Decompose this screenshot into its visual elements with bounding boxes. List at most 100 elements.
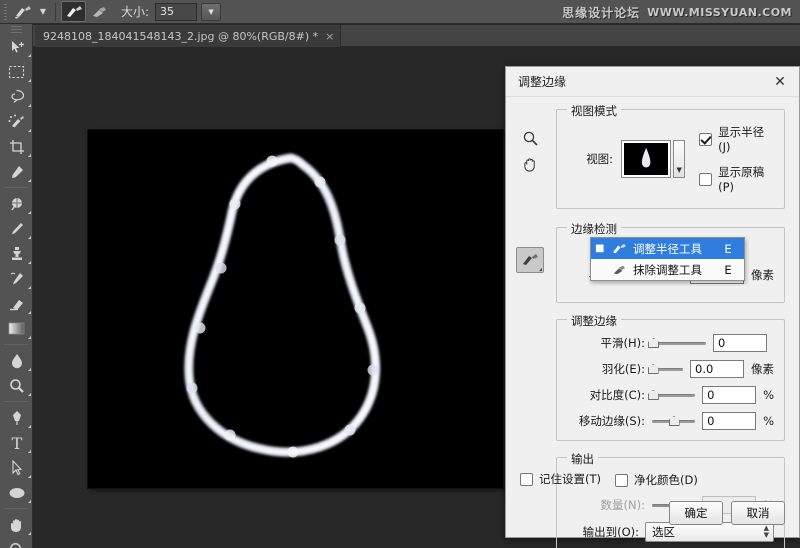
lasso-tool[interactable] xyxy=(0,84,33,109)
feather-slider[interactable] xyxy=(647,362,683,376)
mode-erase-refinements-button[interactable] xyxy=(86,1,111,22)
image-canvas[interactable] xyxy=(88,130,503,488)
view-mode-dropdown-caret-icon[interactable]: ▼ xyxy=(673,140,686,178)
flyout-item-refine-radius[interactable]: ■ 调整半径工具 E xyxy=(591,238,744,259)
contrast-slider[interactable] xyxy=(647,388,696,402)
cancel-button[interactable]: 取消 xyxy=(731,501,785,525)
tool-expand-icon xyxy=(28,54,31,57)
watermark-url: WWW.MISSYUAN.COM xyxy=(647,5,792,19)
flyout-label-refine-radius: 调整半径工具 xyxy=(633,241,702,256)
move-tool[interactable] xyxy=(0,34,33,59)
pen-tool[interactable] xyxy=(0,405,33,430)
hand-icon xyxy=(523,157,535,172)
tool-expand-icon xyxy=(28,79,31,82)
shift-edge-slider[interactable] xyxy=(652,414,696,428)
tool-expand-icon xyxy=(28,261,31,264)
photoshop-window: ▼ 大小: 35 ▼ 思缘设计论坛 WWW.MISSYUAN.COM 92481… xyxy=(0,0,800,548)
remember-settings-row[interactable]: 记住设置(T) xyxy=(520,471,785,487)
tool-expand-icon xyxy=(28,179,31,182)
shift-edge-input[interactable]: 0 xyxy=(702,412,757,430)
selected-bullet-icon: ■ xyxy=(595,243,605,254)
dialog-hand-tool[interactable] xyxy=(516,151,544,177)
marquee-tool[interactable] xyxy=(0,59,33,84)
smooth-row: 平滑(H): 0 xyxy=(567,334,774,352)
tool-expand-icon xyxy=(28,154,31,157)
zoom-tool[interactable] xyxy=(0,537,33,548)
document-tab[interactable]: 9248108_184041548143_2.jpg @ 80%(RGB/8#)… xyxy=(35,25,342,47)
path-selection-tool[interactable] xyxy=(0,455,33,480)
brush-tool[interactable] xyxy=(0,216,33,241)
flyout-label-erase-refinements: 抹除调整工具 xyxy=(633,262,702,277)
brush-preset-caret-icon[interactable]: ▼ xyxy=(36,1,50,23)
ok-button[interactable]: 确定 xyxy=(669,501,723,525)
feather-slider-knob[interactable] xyxy=(647,364,659,374)
shift-edge-slider-knob[interactable] xyxy=(668,416,680,426)
flyout-key-erase-refinements: E xyxy=(724,262,732,277)
shape-tool[interactable] xyxy=(0,480,33,505)
dialog-footer: 记住设置(T) 确定 取消 xyxy=(506,471,799,537)
spot-healing-brush-tool[interactable] xyxy=(0,191,33,216)
refine-radius-brush-icon[interactable] xyxy=(10,1,36,23)
output-legend: 输出 xyxy=(567,451,598,467)
smooth-input[interactable]: 0 xyxy=(713,334,767,352)
tool-expand-icon xyxy=(28,475,31,478)
show-original-checkbox[interactable] xyxy=(699,172,713,186)
size-dropdown-caret-icon[interactable]: ▼ xyxy=(201,2,222,21)
flyout-item-erase-refinements[interactable]: 抹除调整工具 E xyxy=(591,259,744,280)
smooth-slider-knob[interactable] xyxy=(648,338,660,348)
show-radius-checkbox[interactable] xyxy=(699,132,713,146)
contrast-input[interactable]: 0 xyxy=(702,386,757,404)
quick-selection-tool[interactable] xyxy=(0,109,33,134)
document-tab-title: 9248108_184041548143_2.jpg @ 80%(RGB/8#)… xyxy=(43,29,319,43)
close-icon[interactable]: × xyxy=(325,30,334,43)
smooth-slider[interactable] xyxy=(648,336,706,350)
dialog-refine-radius-tool[interactable] xyxy=(516,247,544,273)
contrast-slider-knob[interactable] xyxy=(647,390,659,400)
edge-detection-group: 边缘检测 智能半径(A) 半径(U): 19.8 像素 xyxy=(556,221,785,303)
toolbox-divider-4 xyxy=(4,508,28,509)
tool-expand-icon xyxy=(539,268,542,271)
options-bar: ▼ 大小: 35 ▼ 思缘设计论坛 WWW.MISSYUAN.COM xyxy=(0,0,800,24)
dialog-side-tools xyxy=(516,125,544,273)
hand-tool[interactable] xyxy=(0,512,33,537)
refine-edge-preview xyxy=(88,130,503,488)
tool-expand-icon xyxy=(28,450,31,453)
view-mode-group: 视图模式 视图: ▼ 显示半径 (J) 显示原稿 (P) xyxy=(556,103,785,209)
history-brush-tool[interactable] xyxy=(0,266,33,291)
view-thumbnail[interactable] xyxy=(621,140,672,178)
tool-expand-icon xyxy=(28,211,31,214)
toolbox-grip[interactable] xyxy=(0,24,32,34)
tool-expand-icon xyxy=(28,425,31,428)
crop-tool[interactable] xyxy=(0,134,33,159)
type-tool[interactable]: T xyxy=(0,430,33,455)
options-bar-grip[interactable] xyxy=(0,0,10,24)
remember-settings-checkbox[interactable] xyxy=(520,472,533,486)
show-original-checkbox-row[interactable]: 显示原稿 (P) xyxy=(699,164,774,194)
eraser-tool[interactable] xyxy=(0,291,33,316)
edge-detection-legend: 边缘检测 xyxy=(567,221,621,237)
dialog-zoom-tool[interactable] xyxy=(516,125,544,151)
toolbox-divider-3 xyxy=(4,401,28,402)
dialog-title: 调整边缘 xyxy=(518,75,567,89)
size-input[interactable]: 35 xyxy=(155,2,198,21)
close-icon[interactable]: ✕ xyxy=(767,71,793,93)
contrast-label: 对比度(C): xyxy=(589,388,645,402)
tool-expand-icon xyxy=(28,104,31,107)
show-radius-label: 显示半径 (J) xyxy=(718,125,765,154)
dodge-tool[interactable] xyxy=(0,373,33,398)
remember-settings-label: 记住设置(T) xyxy=(539,472,601,486)
smooth-label: 平滑(H): xyxy=(600,336,646,350)
dialog-title-bar[interactable]: 调整边缘 ✕ xyxy=(506,67,799,97)
blur-tool[interactable] xyxy=(0,348,33,373)
mode-refine-radius-button[interactable] xyxy=(61,1,86,22)
clone-stamp-tool[interactable] xyxy=(0,241,33,266)
contrast-unit: % xyxy=(763,388,774,402)
tool-expand-icon xyxy=(28,236,31,239)
view-thumbnail-preview xyxy=(624,143,669,175)
show-radius-checkbox-row[interactable]: 显示半径 (J) xyxy=(699,124,774,154)
contrast-row: 对比度(C): 0 % xyxy=(567,386,774,404)
eyedropper-tool[interactable] xyxy=(0,159,33,184)
feather-input[interactable]: 0.0 xyxy=(690,360,744,378)
gradient-tool[interactable] xyxy=(0,316,33,341)
toolbox-divider-2 xyxy=(4,344,28,345)
